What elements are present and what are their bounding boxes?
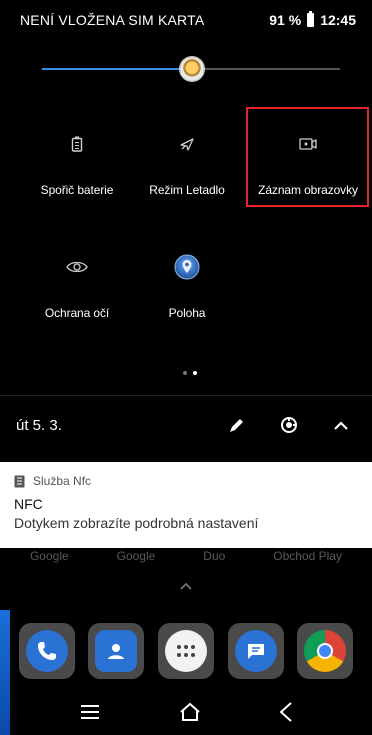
home-app-label[interactable]: Google (117, 549, 156, 563)
tile-label: Spořič baterie (40, 183, 114, 197)
menu-icon (81, 704, 99, 719)
tile-eye-protection[interactable]: Ochrana očí (17, 256, 137, 320)
highlight-box (246, 107, 369, 207)
brightness-thumb-icon[interactable] (180, 57, 204, 81)
navigation-bar (0, 693, 372, 735)
airplane-icon (127, 133, 247, 155)
battery-percent: 91 % (269, 12, 302, 28)
back-icon (279, 701, 292, 722)
home-app-label[interactable]: Duo (203, 549, 225, 563)
contacts-app[interactable] (88, 623, 145, 679)
qs-footer: út 5. 3. (0, 407, 372, 443)
notification-app-name: Služba Nfc (33, 474, 92, 488)
edit-button[interactable] (222, 410, 252, 440)
messages-app[interactable] (227, 623, 284, 679)
divider (0, 395, 372, 396)
brightness-fill (42, 68, 192, 70)
home-icon (180, 702, 200, 721)
carrier-text: NENÍ VLOŽENA SIM KARTA (20, 12, 205, 28)
nfc-app-icon (14, 475, 25, 487)
battery-saver-icon (17, 133, 137, 155)
phone-icon (25, 630, 68, 672)
tile-label: Poloha (168, 306, 206, 320)
nfc-notification[interactable]: Služba Nfc NFC Dotykem zobrazíte podrobn… (0, 462, 372, 548)
tile-airplane-mode[interactable]: Režim Letadlo (127, 133, 247, 197)
home-app-labels: Google Google Duo Obchod Play (0, 549, 372, 563)
back-button[interactable] (279, 701, 293, 728)
page-dot-active (193, 371, 197, 375)
messages-icon (234, 630, 277, 672)
date-text: út 5. 3. (16, 416, 62, 434)
home-app-label[interactable]: Google (30, 549, 69, 563)
notification-header: Služba Nfc (14, 474, 360, 488)
settings-icon (281, 417, 297, 433)
settings-button[interactable] (274, 410, 304, 440)
collapse-button[interactable] (326, 410, 356, 440)
notification-text: Dotykem zobrazíte podrobná nastavení (14, 515, 259, 531)
menu-button[interactable] (79, 703, 101, 726)
pencil-icon (230, 419, 243, 432)
home-button[interactable] (179, 702, 201, 727)
chrome-app[interactable] (297, 623, 354, 679)
dock (0, 623, 372, 679)
contacts-icon (95, 630, 138, 672)
phone-app[interactable] (18, 623, 75, 679)
brightness-slider[interactable] (42, 57, 340, 81)
app-drawer-chevron-icon[interactable] (180, 580, 192, 592)
chevron-up-icon (334, 421, 348, 430)
tile-label: Ochrana očí (44, 306, 110, 320)
battery-icon (307, 11, 315, 27)
home-app-label[interactable]: Obchod Play (273, 549, 342, 563)
app-drawer-icon (164, 630, 207, 672)
eye-icon (17, 256, 137, 278)
tile-battery-saver[interactable]: Spořič baterie (17, 133, 137, 197)
app-drawer[interactable] (157, 623, 214, 679)
page-indicator (183, 371, 197, 375)
tile-label: Režim Letadlo (149, 183, 225, 197)
chrome-icon (304, 630, 347, 672)
page-dot (183, 371, 187, 375)
tile-location[interactable]: Poloha (127, 254, 247, 320)
status-right: 91 % 12:45 (269, 11, 356, 28)
status-bar: NENÍ VLOŽENA SIM KARTA 91 % 12:45 (0, 0, 372, 40)
location-icon (127, 254, 247, 280)
clock: 12:45 (320, 12, 356, 28)
notification-title: NFC (14, 496, 43, 512)
